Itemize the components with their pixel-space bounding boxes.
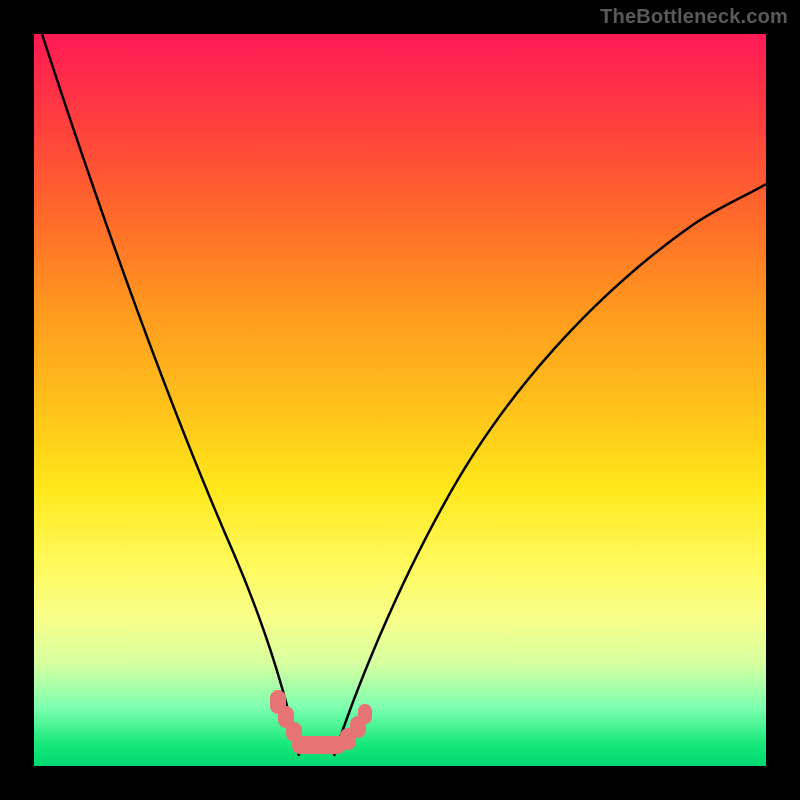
chart-frame: TheBottleneck.com	[0, 0, 800, 800]
plot-area	[34, 34, 766, 766]
marker-blob	[292, 736, 346, 754]
curve-right-branch	[334, 184, 766, 756]
watermark-text: TheBottleneck.com	[600, 6, 788, 29]
curve-left-branch	[42, 34, 299, 756]
bottleneck-curve	[34, 34, 766, 766]
marker-blob	[358, 704, 372, 724]
